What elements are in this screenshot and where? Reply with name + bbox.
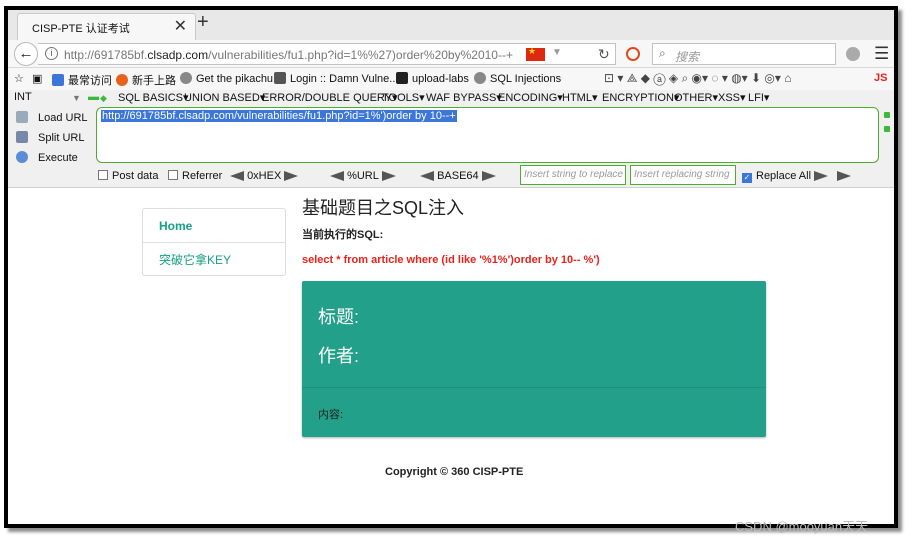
browser-window: CISP-PTE 认证考试 ✕ + ← i http://691785bf.cl…	[4, 6, 898, 528]
star-icon[interactable]: ☆	[14, 72, 24, 85]
plus-icon[interactable]: ◆	[100, 93, 107, 104]
checked-icon: ✓	[742, 173, 752, 183]
url-dropdown-icon[interactable]: ▼	[552, 47, 562, 58]
hackbar-menu: INT ▼ ▬ ◆ SQL BASICS▾ UNION BASED▾ ERROR…	[8, 90, 894, 106]
arrow-right-icon[interactable]	[481, 171, 496, 181]
post-data-checkbox[interactable]: Post data	[98, 170, 158, 182]
globe-icon	[180, 72, 192, 84]
replace-arrow[interactable]	[814, 170, 852, 182]
menu-icon[interactable]: ☰	[874, 44, 889, 64]
collapse-icon[interactable]	[884, 126, 890, 132]
back-button[interactable]: ←	[14, 42, 38, 66]
minus-icon[interactable]: ▬	[88, 91, 99, 103]
upload-labs-icon	[396, 72, 408, 84]
dvwa-icon	[274, 72, 286, 84]
arrow-right-icon[interactable]	[837, 171, 852, 181]
url-bar[interactable]: i http://691785bf.clsadp.com/vulnerabili…	[38, 43, 616, 65]
firefox-icon	[116, 74, 128, 86]
menu-encoding[interactable]: ENCODING▾	[498, 91, 563, 104]
info-icon[interactable]: i	[45, 47, 58, 60]
expand-icon[interactable]	[884, 112, 890, 118]
sidebar: Home 突破它拿KEY	[142, 208, 286, 276]
sql-query-text: select * from article where (id like '%1…	[302, 254, 600, 266]
checkbox-icon	[168, 170, 178, 180]
hex-encode-control[interactable]: 0xHEX	[230, 170, 299, 182]
watermark: CSDN @mooyuan天天	[735, 519, 869, 534]
page-content: Home 突破它拿KEY 基础题目之SQL注入 当前执行的SQL: select…	[8, 188, 894, 524]
hackbar-panel: INT ▼ ▬ ◆ SQL BASICS▾ UNION BASED▾ ERROR…	[8, 90, 894, 188]
menu-other[interactable]: OTHER▾	[674, 91, 718, 104]
page-title: 基础题目之SQL注入	[302, 198, 465, 218]
bookmark-most-visited[interactable]: 最常访问	[52, 72, 112, 88]
bookmark-pikachu[interactable]: Get the pikachu	[180, 72, 273, 85]
sidebar-item-get-key[interactable]: 突破它拿KEY	[143, 243, 285, 277]
tab-bar: CISP-PTE 认证考试 ✕ +	[8, 10, 894, 40]
reader-icon[interactable]: ▣	[32, 72, 42, 85]
chevron-down-icon[interactable]: ▼	[72, 93, 81, 103]
sidebar-item-home[interactable]: Home	[143, 209, 285, 243]
replace-all-checkbox[interactable]: ✓ Replace All	[742, 170, 811, 183]
type-select[interactable]: INT	[14, 91, 32, 103]
new-tab-button[interactable]: +	[197, 11, 209, 34]
bookmarks-bar: ☆ ▣ 最常访问 新手上路 Get the pikachu Login :: D…	[8, 68, 894, 90]
menu-waf-bypass[interactable]: WAF BYPASS▾	[426, 91, 502, 104]
url-encode-control[interactable]: %URL	[330, 170, 396, 182]
menu-sql-basics[interactable]: SQL BASICS▾	[118, 91, 189, 104]
menu-html[interactable]: HTML▾	[562, 91, 597, 104]
close-tab-icon[interactable]: ✕	[174, 16, 187, 36]
addon-icon[interactable]	[846, 47, 860, 61]
menu-encryption[interactable]: ENCRYPTION▾	[602, 91, 679, 104]
bookmark-icon	[52, 74, 64, 86]
search-icon: ⌕	[659, 46, 666, 60]
menu-union-based[interactable]: UNION BASED▾	[184, 91, 265, 104]
article-panel: 标题: 作者: 内容:	[302, 281, 766, 437]
article-title-label: 标题:	[318, 307, 360, 327]
search-placeholder: 搜索	[675, 50, 700, 64]
arrow-left-icon[interactable]	[330, 171, 344, 181]
base64-control[interactable]: BASE64	[420, 170, 496, 182]
nav-bar: ← i http://691785bf.clsadp.com/vulnerabi…	[8, 40, 894, 68]
bookmark-upload-labs[interactable]: upload-labs	[396, 72, 469, 85]
execute-icon	[16, 151, 28, 163]
copyright-footer: Copyright © 360 CISP-PTE	[385, 466, 524, 478]
menu-xss[interactable]: XSS▾	[718, 91, 746, 104]
china-flag-icon	[526, 46, 545, 61]
split-url-button[interactable]: Split URL	[16, 131, 96, 144]
hackbar-url-value[interactable]: http://691785bf.clsadp.com/vulnerabiliti…	[101, 110, 457, 122]
arrow-left-icon[interactable]	[230, 171, 244, 181]
checkbox-icon	[98, 170, 108, 180]
search-input[interactable]: ⌕ 搜索	[652, 43, 836, 65]
arrow-right-icon[interactable]	[381, 171, 396, 181]
menu-tools[interactable]: TOOLS▾	[382, 91, 425, 104]
arrow-left-icon[interactable]	[420, 171, 434, 181]
replacing-string-input[interactable]: Insert replacing string	[630, 165, 736, 185]
menu-lfi[interactable]: LFI▾	[748, 91, 769, 104]
bookmark-dvwa[interactable]: Login :: Damn Vulne...	[274, 72, 398, 85]
reload-icon[interactable]: ↻	[598, 46, 610, 63]
arrow-right-icon[interactable]	[284, 171, 299, 181]
globe-icon	[474, 72, 486, 84]
execute-button[interactable]: Execute	[16, 151, 96, 164]
load-url-icon	[16, 111, 28, 123]
bookmark-sql-injections[interactable]: SQL Injections	[474, 72, 561, 85]
extension-toolbar-icons[interactable]: ⊡ ▾ ⟁ ◆ ⓐ ◈ ⌕ ◉▾ ◌ ▾ ◍▾ ⬇ ◎▾ ⌂	[604, 71, 791, 86]
article-content-label: 内容:	[318, 409, 344, 421]
referrer-checkbox[interactable]: Referrer	[168, 170, 222, 182]
article-author-label: 作者:	[318, 346, 360, 366]
panel-divider	[302, 387, 766, 388]
url-text[interactable]: http://691785bf.clsadp.com/vulnerabiliti…	[64, 48, 513, 62]
sql-label: 当前执行的SQL:	[302, 229, 384, 241]
bookmark-getting-started[interactable]: 新手上路	[116, 72, 176, 88]
tab-title: CISP-PTE 认证考试	[32, 23, 130, 35]
menu-error-double-query[interactable]: ERROR/DOUBLE QUERY▾	[262, 91, 398, 104]
split-url-icon	[16, 131, 28, 143]
load-url-button[interactable]: Load URL	[16, 111, 96, 124]
block-icon[interactable]	[626, 47, 640, 61]
hackbar-url-textarea[interactable]: http://691785bf.clsadp.com/vulnerabiliti…	[96, 107, 879, 163]
insert-string-input[interactable]: Insert string to replace	[520, 165, 626, 185]
js-icon[interactable]: JS	[874, 72, 887, 84]
tab-active[interactable]: CISP-PTE 认证考试 ✕	[17, 13, 196, 40]
arrow-right-icon[interactable]	[814, 171, 828, 181]
